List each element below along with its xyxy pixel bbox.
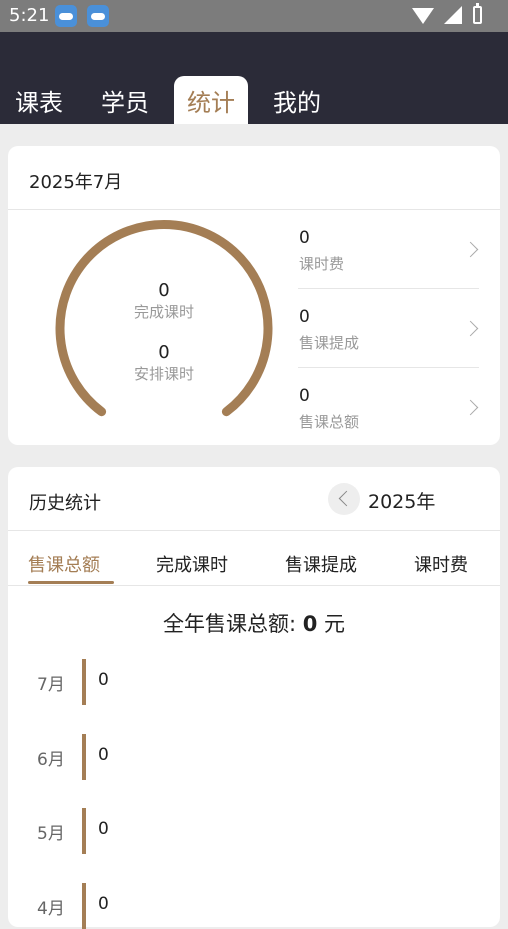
battery-charging-icon [473,3,482,24]
divider [8,585,500,586]
month-value: 0 [98,894,109,914]
history-title: 历史统计 [29,493,101,514]
month-row: 7月 0 [8,659,500,705]
weather-app-icon [55,5,77,27]
month-row: 5月 0 [8,808,500,854]
annual-total: 全年售课总额: 0 元 [8,608,500,638]
stat-label: 售课总额 [299,413,360,431]
month-label: 5月 [37,824,65,844]
month-bar [82,883,86,929]
chevron-left-icon[interactable] [328,483,360,515]
stat-sales-total[interactable]: 0 售课总额 [298,368,479,447]
weather-app-icon [87,5,109,27]
tab-schedule[interactable]: 课表 [6,76,72,124]
subtab-sales-commission[interactable]: 售课提成 [285,551,357,577]
wifi-icon [412,8,434,24]
scheduled-hours-label: 安排课时 [133,365,194,383]
tab-students[interactable]: 学员 [92,76,158,124]
tab-mine[interactable]: 我的 [264,76,330,124]
subtab-lesson-fee[interactable]: 课时费 [414,551,468,577]
completed-hours: 0 完成课时 [58,280,270,322]
tab-statistics[interactable]: 统计 [174,76,248,124]
annual-total-label: 全年售课总额: [162,612,303,636]
signal-icon [444,6,462,24]
month-bar [82,734,86,780]
stat-lesson-fee[interactable]: 0 课时费 [298,210,479,289]
status-time: 5:21 [9,5,50,26]
subtab-sales-total[interactable]: 售课总额 [28,551,100,577]
divider [8,530,500,531]
stat-value: 0 [299,307,310,327]
monthly-summary-card: 2025年7月 0 完成课时 0 安排课时 0 课时费 0 售课提成 0 售课总… [8,146,500,445]
stat-label: 售课提成 [299,334,360,352]
completed-hours-label: 完成课时 [133,303,194,321]
scheduled-hours: 0 安排课时 [58,342,270,384]
chevron-right-icon [462,241,479,258]
completed-hours-value: 0 [158,280,170,301]
subtab-active-indicator [28,581,114,584]
month-bar [82,808,86,854]
stat-value: 0 [299,228,310,248]
month-bar [82,659,86,705]
chevron-right-icon [462,399,479,416]
top-tab-bar: 课表 学员 统计 我的 [0,32,508,124]
month-row: 4月 0 [8,883,500,929]
stat-label: 课时费 [299,255,345,273]
month-label: 6月 [37,750,65,770]
year-selector[interactable]: 2025年 [368,487,435,514]
month-label: 4月 [37,899,65,919]
chevron-right-icon [462,320,479,337]
history-statistics-card: 历史统计 2025年 售课总额 完成课时 售课提成 课时费 全年售课总额: 0 … [8,467,500,929]
month-value: 0 [98,745,109,765]
stat-value: 0 [299,386,310,406]
month-label: 7月 [37,675,65,695]
month-row: 6月 0 [8,734,500,780]
scheduled-hours-value: 0 [158,342,170,363]
annual-total-unit: 元 [317,612,346,636]
month-title: 2025年7月 [29,172,123,193]
month-value: 0 [98,670,109,690]
annual-total-value: 0 [302,612,318,636]
subtab-completed-hours[interactable]: 完成课时 [156,551,228,577]
status-bar: 5:21 [0,0,508,32]
stat-sales-commission[interactable]: 0 售课提成 [298,289,479,368]
month-value: 0 [98,819,109,839]
